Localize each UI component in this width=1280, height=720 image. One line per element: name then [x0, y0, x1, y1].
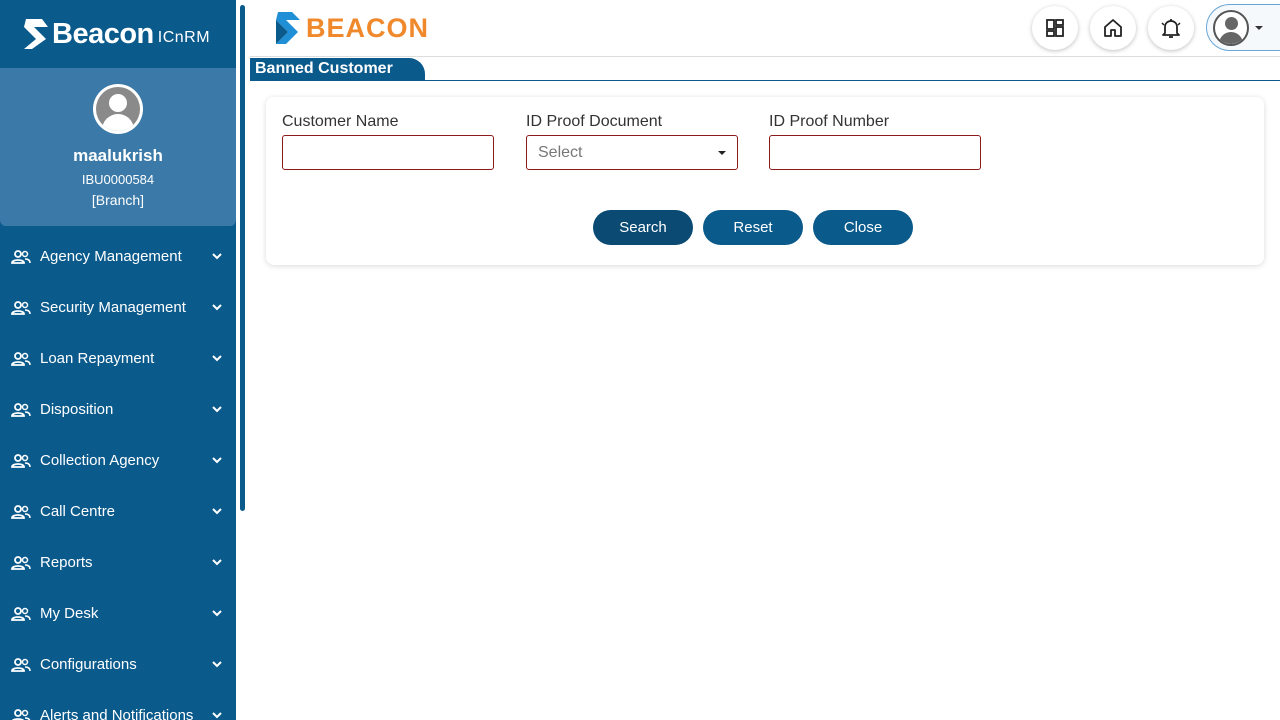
users-icon: [11, 504, 31, 519]
sidebar-item-label: Security Management: [40, 299, 186, 316]
users-icon: [11, 453, 31, 468]
sidebar-item-label: Configurations: [40, 656, 137, 673]
chevron-down-icon: [212, 559, 222, 566]
sidebar-item-agency-management[interactable]: Agency Management: [0, 231, 236, 282]
sidebar-item-loan-repayment[interactable]: Loan Repayment: [0, 333, 236, 384]
users-icon: [11, 606, 31, 621]
page-title-bar: Banned Customer: [250, 58, 1280, 81]
brand: Beacon ICnRM: [0, 0, 236, 68]
dashboard-grid-icon: [1046, 19, 1064, 37]
beacon-logo-icon: [24, 19, 48, 49]
id-proof-number-field: ID Proof Number: [769, 113, 981, 170]
reset-button[interactable]: Reset: [703, 210, 803, 245]
sidebar-item-collection-agency[interactable]: Collection Agency: [0, 435, 236, 486]
header-logo[interactable]: BEACON: [272, 11, 429, 45]
sidebar-item-label: Call Centre: [40, 503, 116, 520]
customer-name-label: Customer Name: [282, 113, 399, 130]
sidebar-item-reports[interactable]: Reports: [0, 537, 236, 588]
dashboard-button[interactable]: [1032, 6, 1078, 50]
brand-name: Beacon: [52, 17, 154, 50]
chevron-down-icon: [212, 457, 222, 464]
users-icon: [11, 402, 31, 417]
chevron-down-icon: [212, 661, 222, 668]
caret-down-icon: [1255, 25, 1263, 30]
chevron-down-icon: [212, 253, 222, 260]
sidebar-item-label: Agency Management: [40, 248, 182, 265]
sidebar-item-my-desk[interactable]: My Desk: [0, 588, 236, 639]
sidebar-scrollbar[interactable]: [240, 5, 245, 511]
close-button[interactable]: Close: [813, 210, 913, 245]
sidebar-item-label: Reports: [40, 554, 93, 571]
profile-id: IBU0000584: [81, 172, 155, 187]
sidebar-item-disposition[interactable]: Disposition: [0, 384, 236, 435]
users-icon: [11, 555, 31, 570]
sidebar-item-label: Loan Repayment: [40, 350, 155, 367]
search-button[interactable]: Search: [593, 210, 693, 245]
search-form-card: Customer Name ID Proof Document Select I…: [266, 97, 1264, 265]
chevron-down-icon: [212, 406, 222, 413]
user-menu-button[interactable]: [1206, 4, 1280, 51]
chevron-down-icon: [212, 712, 222, 719]
home-button[interactable]: [1090, 6, 1136, 50]
chevron-down-icon: [212, 610, 222, 617]
users-icon: [11, 351, 31, 366]
users-icon: [11, 708, 31, 720]
chevron-down-icon: [212, 508, 222, 515]
sidebar-item-security-management[interactable]: Security Management: [0, 282, 236, 333]
caret-down-icon: [718, 150, 726, 155]
home-icon: [1104, 19, 1122, 37]
chevron-down-icon: [212, 355, 222, 362]
avatar: [1213, 9, 1249, 46]
customer-name-input[interactable]: [282, 135, 494, 170]
id-proof-document-field: ID Proof Document Select: [526, 113, 738, 170]
page-title: Banned Customer: [250, 58, 425, 81]
id-proof-number-label: ID Proof Number: [769, 113, 890, 130]
sidebar-item-call-centre[interactable]: Call Centre: [0, 486, 236, 537]
sidebar: Beacon ICnRM maalukrish IBU0000584 [Bran…: [0, 0, 236, 720]
sidebar-menu: Agency Management Security Management Lo…: [0, 231, 236, 720]
id-proof-number-input[interactable]: [769, 135, 981, 170]
users-icon: [11, 300, 31, 315]
sidebar-item-label: Alerts and Notifications: [40, 707, 194, 720]
sidebar-item-alerts-and-notifications[interactable]: Alerts and Notifications: [0, 690, 236, 720]
id-proof-document-value: Select: [538, 143, 583, 161]
id-proof-document-label: ID Proof Document: [526, 113, 663, 130]
sidebar-item-label: My Desk: [40, 605, 99, 622]
sidebar-item-label: Disposition: [40, 401, 114, 418]
sidebar-item-label: Collection Agency: [40, 452, 160, 469]
logo-text: BEACON: [306, 12, 430, 43]
notifications-button[interactable]: [1148, 6, 1194, 50]
customer-name-field: Customer Name: [282, 113, 494, 170]
id-proof-document-select[interactable]: Select: [526, 135, 738, 170]
users-icon: [11, 657, 31, 672]
beacon-logo-icon: [276, 12, 300, 44]
sidebar-item-configurations[interactable]: Configurations: [0, 639, 236, 690]
chevron-down-icon: [212, 304, 222, 311]
top-header: BEACON: [250, 0, 1280, 57]
user-profile-panel: maalukrish IBU0000584 [Branch]: [0, 68, 236, 226]
profile-role: [Branch]: [91, 192, 145, 208]
profile-name: maalukrish: [73, 146, 163, 165]
brand-suffix: ICnRM: [157, 29, 211, 46]
bell-icon: [1161, 19, 1181, 38]
users-icon: [11, 249, 31, 264]
avatar: [93, 84, 143, 134]
